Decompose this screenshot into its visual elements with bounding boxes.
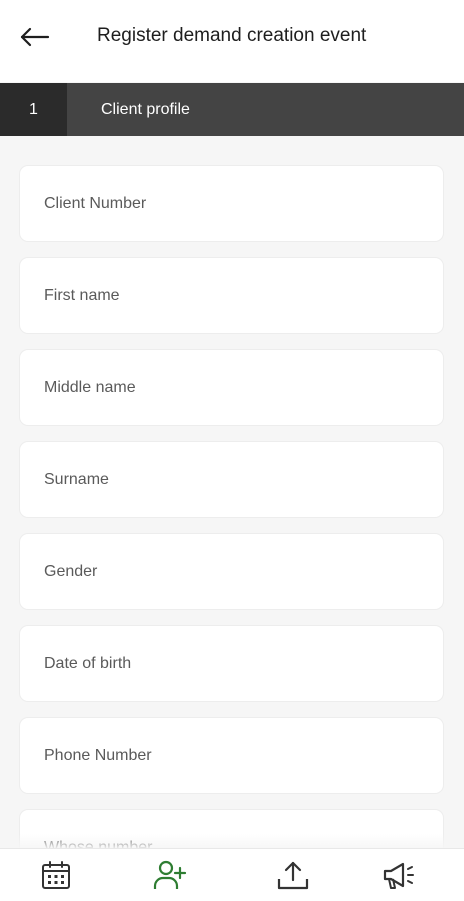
surname-field[interactable]: Surname — [20, 442, 443, 517]
step-title: Client profile — [101, 101, 190, 118]
date-of-birth-placeholder: Date of birth — [44, 655, 132, 672]
nav-upload[interactable] — [263, 849, 323, 901]
date-of-birth-field[interactable]: Date of birth — [20, 626, 443, 701]
calendar-icon — [42, 861, 70, 889]
upload-icon — [277, 861, 309, 890]
first-name-field[interactable]: First name — [20, 258, 443, 333]
add-user-icon — [153, 860, 187, 889]
arrow-left-icon — [20, 27, 50, 47]
gender-placeholder: Gender — [44, 563, 98, 580]
client-profile-form: Client Number First name Middle name Sur… — [0, 136, 464, 848]
gender-field[interactable]: Gender — [20, 534, 443, 609]
back-button[interactable] — [14, 20, 54, 54]
bottom-navigation — [0, 848, 464, 901]
nav-calendar[interactable] — [26, 849, 86, 901]
first-name-placeholder: First name — [44, 287, 120, 304]
middle-name-field[interactable]: Middle name — [20, 350, 443, 425]
whose-number-field[interactable]: Whose number — [20, 810, 443, 848]
megaphone-icon — [383, 862, 414, 889]
nav-add-client[interactable] — [140, 849, 200, 901]
page-title: Register demand creation event — [97, 25, 367, 46]
nav-campaigns[interactable] — [369, 849, 429, 901]
phone-number-field[interactable]: Phone Number — [20, 718, 443, 793]
whose-number-placeholder: Whose number — [44, 839, 153, 848]
client-number-placeholder: Client Number — [44, 195, 147, 212]
middle-name-placeholder: Middle name — [44, 379, 136, 396]
app-header: Register demand creation event — [0, 0, 464, 82]
step-header: 1 Client profile — [0, 83, 464, 136]
phone-number-placeholder: Phone Number — [44, 747, 152, 764]
surname-placeholder: Surname — [44, 471, 109, 488]
step-number: 1 — [0, 83, 67, 136]
client-number-field[interactable]: Client Number — [20, 166, 443, 241]
